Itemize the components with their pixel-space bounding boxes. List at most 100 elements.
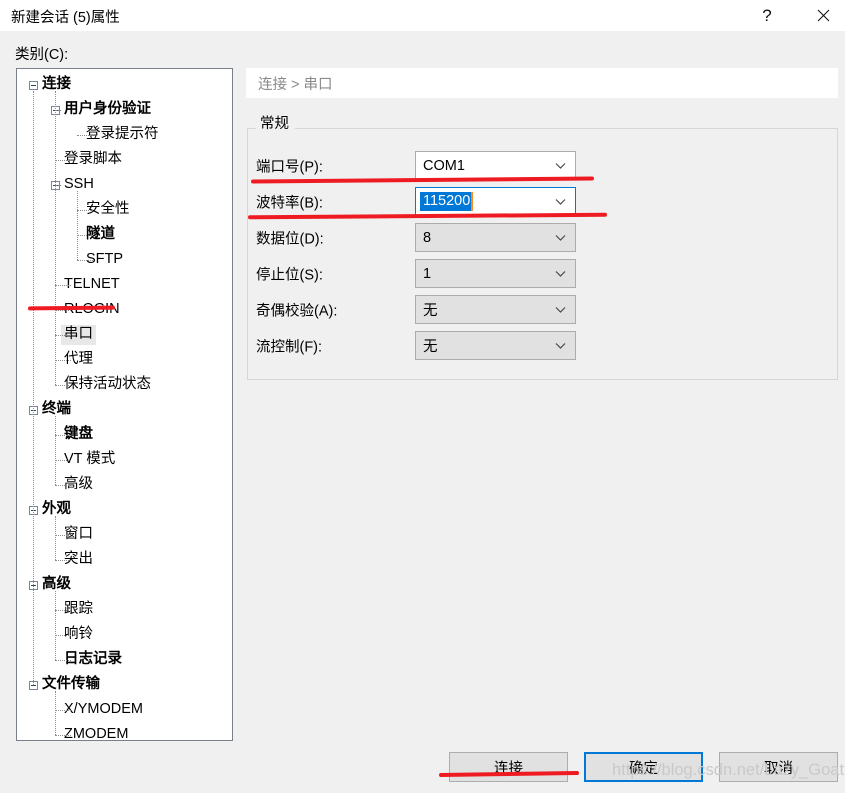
tree-guide-line <box>55 335 71 337</box>
combobox-value: 无 <box>423 303 438 319</box>
tree-item-label: ZMODEM <box>64 726 129 741</box>
field-row: 流控制(F): 无 <box>256 331 826 360</box>
chevron-down-icon[interactable] <box>555 306 566 313</box>
tree-item-3[interactable]: 登录提示符 <box>17 123 232 148</box>
close-button[interactable] <box>800 0 845 31</box>
category-label: 类别(C): <box>15 47 69 63</box>
tree-guide-line <box>55 310 71 312</box>
ok-button[interactable]: 确定 <box>584 752 703 782</box>
field-label: 奇偶校验(A): <box>256 303 338 319</box>
tree-item-9[interactable]: TELNET <box>17 273 232 298</box>
tree-guide-line <box>55 185 61 187</box>
breadcrumb: 连接 > 串口 <box>258 76 333 93</box>
general-groupbox-title: 常规 <box>256 112 295 133</box>
chevron-down-icon[interactable] <box>555 198 566 205</box>
tree-guide-line <box>55 360 71 362</box>
tree-item-label: 保持活动状态 <box>64 376 151 392</box>
category-tree[interactable]: 连接用户身份验证登录提示符 登录脚本 SSH 安全性 隧道 SFTP TELNET RLOGI… <box>16 68 233 741</box>
chevron-down-icon[interactable] <box>555 162 566 169</box>
field-label: 端口号(P): <box>256 159 323 175</box>
tree-guide-line <box>55 635 71 637</box>
tree-item-18[interactable]: 外观 <box>17 498 232 523</box>
chevron-down-icon[interactable] <box>555 342 566 349</box>
chevron-down-icon[interactable] <box>555 234 566 241</box>
combobox-value: 无 <box>423 339 438 355</box>
field-row: 停止位(S): 1 <box>256 259 826 288</box>
tree-guide-line <box>55 110 61 112</box>
tree-item-17[interactable]: 高级 <box>17 473 232 498</box>
tree-guide-line <box>55 535 71 537</box>
tree-item-8[interactable]: SFTP <box>17 248 232 273</box>
breadcrumb-bar: 连接 > 串口 <box>246 68 838 98</box>
tree-item-26[interactable]: X/YMODEM <box>17 698 232 723</box>
tree-item-20[interactable]: 突出 <box>17 548 232 573</box>
tree-guide-line <box>33 91 35 685</box>
tree-item-27[interactable]: ZMODEM <box>17 723 232 741</box>
tree-guide-line <box>55 160 71 162</box>
cancel-button-label: 取消 <box>764 760 793 777</box>
window-title: 新建会话 (5)属性 <box>11 10 120 26</box>
tree-guide-line <box>77 191 79 260</box>
combobox-value: 115200 <box>420 192 474 211</box>
combobox-value: COM1 <box>423 157 465 174</box>
tree-item-16[interactable]: VT 模式 <box>17 448 232 473</box>
tree-guide-line <box>77 235 93 237</box>
tree-item-label: 用户身份验证 <box>64 101 151 117</box>
cancel-button[interactable]: 取消 <box>719 752 838 782</box>
combobox-value: 8 <box>423 229 432 246</box>
tree-item-24[interactable]: 日志记录 <box>17 648 232 673</box>
tree-guide-line <box>77 210 93 212</box>
tree-guide-line <box>55 435 71 437</box>
tree-item-25[interactable]: 文件传输 <box>17 673 232 698</box>
combobox-4: 1 <box>415 259 576 288</box>
field-row: 端口号(P): COM1 <box>256 151 826 180</box>
tree-item-4[interactable]: 登录脚本 <box>17 148 232 173</box>
tree-item-12[interactable]: 代理 <box>17 348 232 373</box>
connect-button-label: 连接 <box>494 760 523 777</box>
tree-guide-line <box>55 485 71 487</box>
close-icon <box>817 9 830 22</box>
field-label: 数据位(D): <box>256 231 324 247</box>
tree-guide-line <box>55 591 57 660</box>
tree-item-2[interactable]: 用户身份验证 <box>17 98 232 123</box>
tree-expander-collapse-icon[interactable] <box>29 81 38 90</box>
combobox-6: 无 <box>415 331 576 360</box>
tree-item-19[interactable]: 窗口 <box>17 523 232 548</box>
combobox-2[interactable]: 115200 <box>415 187 576 216</box>
question-mark-icon: ? <box>762 5 772 25</box>
tree-item-22[interactable]: 跟踪 <box>17 598 232 623</box>
tree-guide-line <box>55 560 71 562</box>
tree-guide-line <box>55 416 57 485</box>
field-label: 波特率(B): <box>256 195 323 211</box>
tree-guide-line <box>55 385 71 387</box>
tree-guide-line <box>55 610 71 612</box>
tree-item-11[interactable]: 串口 <box>17 323 232 348</box>
combobox-1[interactable]: COM1 <box>415 151 576 180</box>
connect-button[interactable]: 连接 <box>449 752 568 782</box>
tree-item-label: 文件传输 <box>42 676 100 692</box>
tree-guide-line <box>55 691 57 735</box>
chevron-down-icon[interactable] <box>555 270 566 277</box>
tree-guide-line <box>55 710 71 712</box>
tree-item-14[interactable]: 终端 <box>17 398 232 423</box>
field-label: 流控制(F): <box>256 339 323 355</box>
tree-guide-line <box>55 660 71 662</box>
tree-item-7[interactable]: 隧道 <box>17 223 232 248</box>
tree-item-5[interactable]: SSH <box>17 173 232 198</box>
tree-item-21[interactable]: 高级 <box>17 573 232 598</box>
tree-item-13[interactable]: 保持活动状态 <box>17 373 232 398</box>
tree-guide-line <box>55 460 71 462</box>
field-label: 停止位(S): <box>256 267 323 283</box>
tree-guide-line <box>55 91 57 385</box>
title-bar: 新建会话 (5)属性 ? <box>0 0 845 31</box>
tree-guide-line <box>77 135 93 137</box>
tree-item-23[interactable]: 响铃 <box>17 623 232 648</box>
tree-item-10[interactable]: RLOGIN <box>17 298 232 323</box>
tree-item-1[interactable]: 连接 <box>17 73 232 98</box>
tree-item-15[interactable]: 键盘 <box>17 423 232 448</box>
field-row: 数据位(D): 8 <box>256 223 826 252</box>
help-button[interactable]: ? <box>744 0 790 31</box>
tree-item-6[interactable]: 安全性 <box>17 198 232 223</box>
tree-guide-line <box>77 260 93 262</box>
ok-button-label: 确定 <box>629 760 658 777</box>
